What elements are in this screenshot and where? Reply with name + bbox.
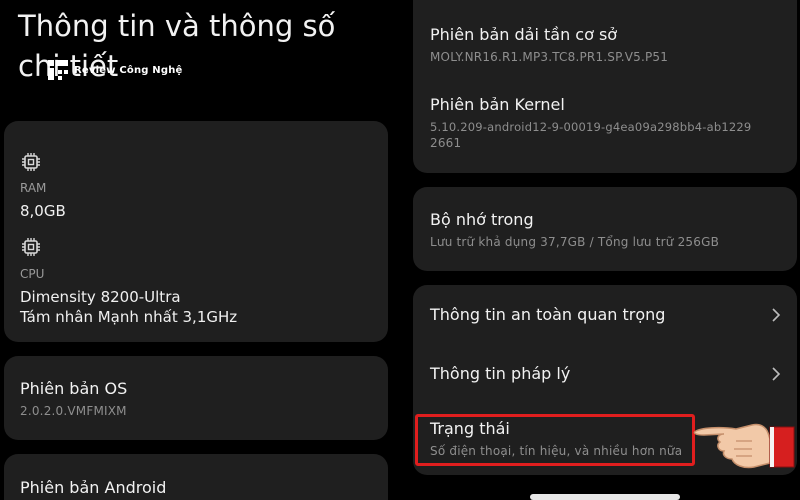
cpu-value-model: Dimensity 8200-Ultra bbox=[20, 288, 181, 306]
android-version-card[interactable]: Phiên bản Android bbox=[4, 454, 388, 500]
os-version-card[interactable]: Phiên bản OS 2.0.2.0.VMFMIXM bbox=[4, 356, 388, 440]
firmware-card: Phiên bản dải tần cơ sở MOLY.NR16.R1.MP3… bbox=[413, 0, 797, 173]
ram-value: 8,0GB bbox=[20, 202, 66, 220]
kernel-title: Phiên bản Kernel bbox=[430, 95, 565, 114]
os-version-value: 2.0.2.0.VMFMIXM bbox=[20, 404, 127, 418]
safety-info-title: Thông tin an toàn quan trọng bbox=[430, 305, 666, 324]
ram-label: RAM bbox=[20, 181, 47, 195]
baseband-value: MOLY.NR16.R1.MP3.TC8.PR1.SP.V5.P51 bbox=[430, 50, 669, 64]
os-version-title: Phiên bản OS bbox=[20, 379, 128, 398]
storage-title: Bộ nhớ trong bbox=[430, 210, 534, 229]
cpu-value-cores: Tám nhân Mạnh nhất 3,1GHz bbox=[20, 308, 238, 326]
left-screen: Thông tin và thông số chi tiết Review Cô… bbox=[0, 0, 400, 500]
baseband-title: Phiên bản dải tần cơ sở bbox=[430, 25, 618, 44]
watermark: Review Công Nghệ bbox=[46, 57, 183, 83]
chevron-right-icon bbox=[772, 367, 781, 381]
storage-value: Lưu trữ khả dụng 37,7GB / Tổng lưu trữ 2… bbox=[430, 235, 720, 249]
legal-info-title: Thông tin pháp lý bbox=[430, 364, 571, 383]
ram-chip-icon bbox=[22, 153, 40, 171]
pointing-hand-icon bbox=[693, 423, 795, 469]
kernel-value-line1: 5.10.209-android12-9-00019-g4ea09a298bb4… bbox=[430, 120, 752, 134]
cpu-chip-icon bbox=[22, 238, 40, 256]
storage-card[interactable]: Bộ nhớ trong Lưu trữ khả dụng 37,7GB / T… bbox=[413, 187, 797, 271]
cpu-label: CPU bbox=[20, 267, 45, 281]
watermark-text: Review Công Nghệ bbox=[74, 64, 183, 76]
chevron-right-icon bbox=[772, 308, 781, 322]
watermark-logo-icon bbox=[48, 60, 68, 80]
status-highlight-box bbox=[415, 414, 695, 466]
android-version-title: Phiên bản Android bbox=[20, 478, 167, 497]
kernel-value-line2: 2661 bbox=[430, 136, 462, 150]
home-indicator[interactable] bbox=[530, 494, 680, 500]
menu-item-safety-info[interactable]: Thông tin an toàn quan trọng bbox=[413, 285, 797, 345]
menu-item-legal-info[interactable]: Thông tin pháp lý bbox=[413, 345, 797, 405]
specs-card: RAM 8,0GB CPU Dimensity 8200-Ultra Tám n… bbox=[4, 121, 388, 342]
